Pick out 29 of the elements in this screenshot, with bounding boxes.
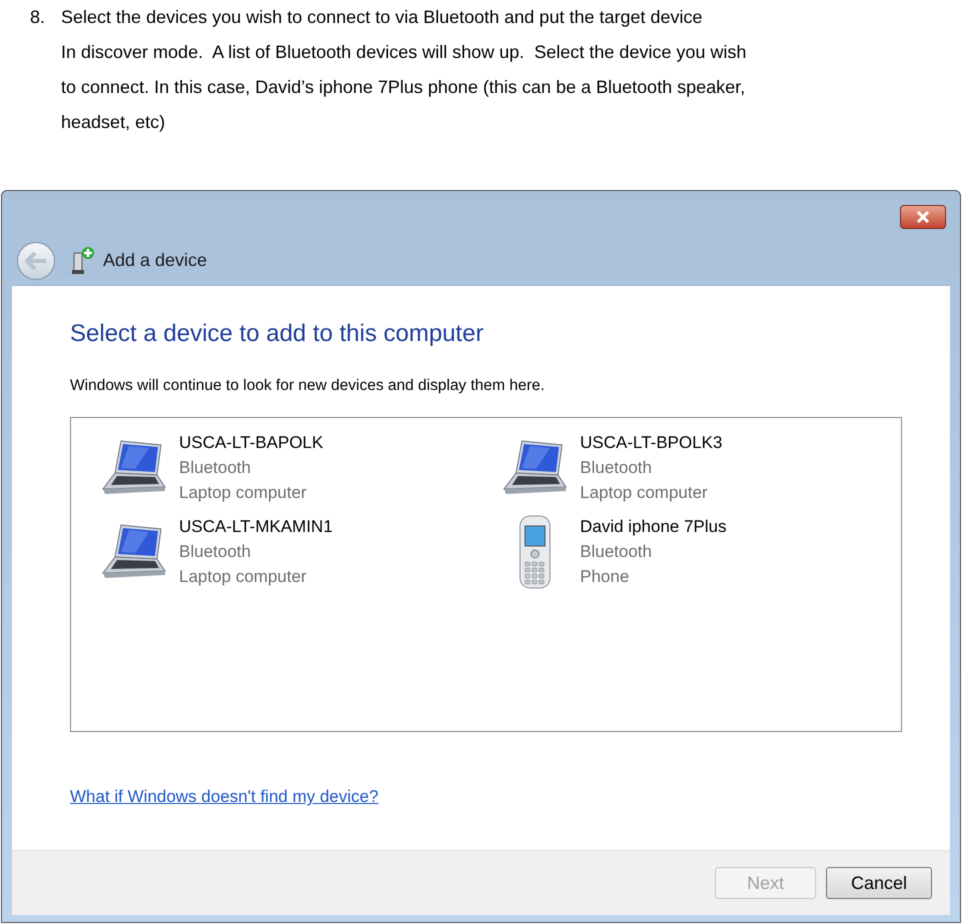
device-name: David iphone 7Plus xyxy=(580,516,726,538)
device-name: USCA-LT-MKAMIN1 xyxy=(179,516,333,538)
device-item[interactable]: USCA-LT-BAPOLK Bluetooth Laptop computer xyxy=(99,430,500,506)
instruction-paragraph: Select the devices you wish to connect to via Bluetooth and put the target device In discover mode. A list of Bluetooth devices will show up. Select the device you wish to connect. In this case, David’s iphone 7Plus phone (this can be a Bluetooth speaker, headset, etc) xyxy=(61,6,746,134)
add-device-icon xyxy=(71,246,95,274)
step-number: 8. xyxy=(30,6,46,29)
device-type: Phone xyxy=(580,566,630,588)
page-heading: Select a device to add to this computer xyxy=(70,319,485,349)
device-type: Laptop computer xyxy=(179,482,308,504)
device-item[interactable]: USCA-LT-MKAMIN1 Bluetooth Laptop computer xyxy=(99,514,500,590)
dialog-button[interactable]: Cancel xyxy=(826,867,932,899)
device-item[interactable]: USCA-LT-BPOLK3 Bluetooth Laptop computer xyxy=(500,430,901,506)
back-button[interactable] xyxy=(17,242,55,280)
device-type: Laptop computer xyxy=(580,482,709,504)
window-title: Add a device xyxy=(103,249,208,272)
device-connection: Bluetooth xyxy=(179,457,252,480)
close-icon xyxy=(916,211,930,223)
device-connection: Bluetooth xyxy=(580,457,653,480)
device-connection: Bluetooth xyxy=(179,541,252,564)
device-type: Laptop computer xyxy=(179,566,308,588)
device-name: USCA-LT-BPOLK3 xyxy=(580,432,722,454)
device-item[interactable]: David iphone 7Plus Bluetooth Phone xyxy=(500,514,901,590)
device-name: USCA-LT-BAPOLK xyxy=(179,432,324,454)
device-connection: Bluetooth xyxy=(580,541,653,564)
help-link[interactable]: What if Windows doesn't find my device? xyxy=(70,784,378,810)
close-button[interactable] xyxy=(900,205,946,229)
back-arrow-icon xyxy=(25,252,47,270)
mobile-phone-icon xyxy=(519,515,551,590)
description-text: Windows will continue to look for new devices and display them here. xyxy=(70,376,546,396)
